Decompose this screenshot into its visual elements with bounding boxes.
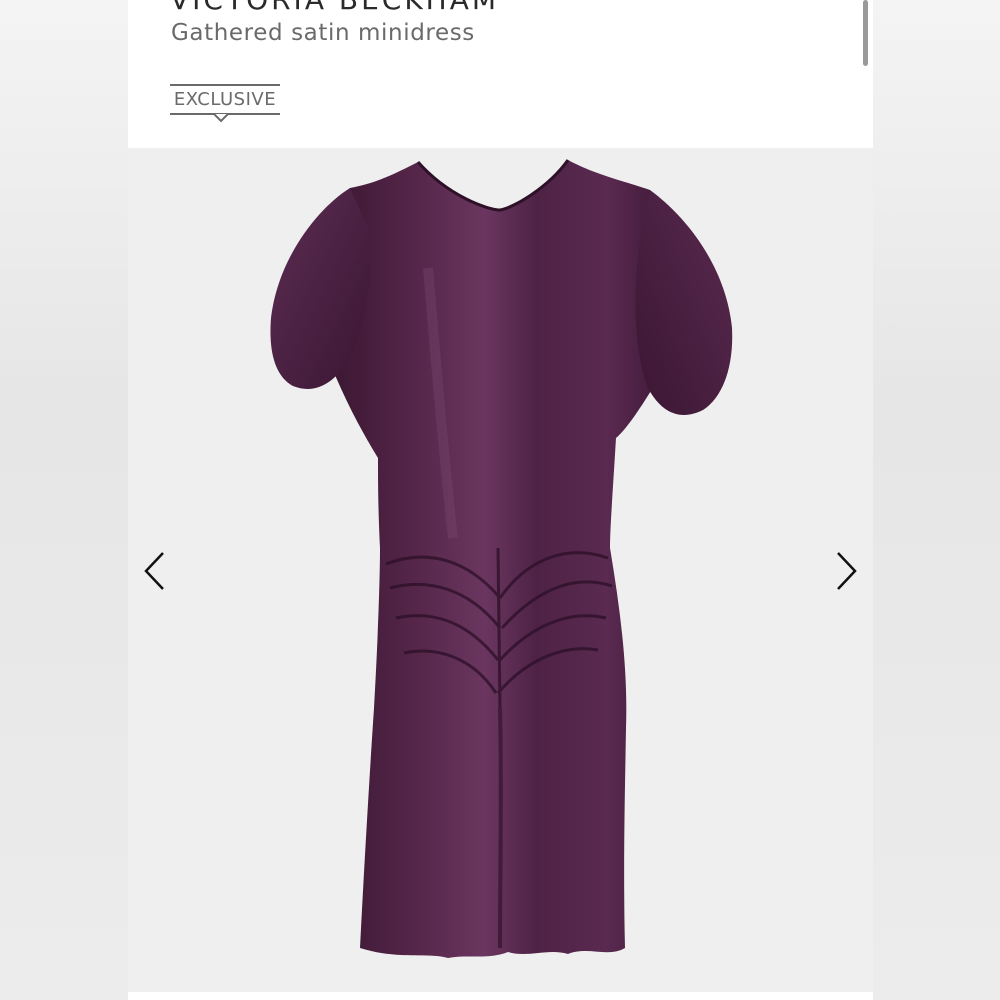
previous-image-button[interactable] bbox=[134, 546, 174, 596]
background-right bbox=[873, 0, 1000, 1000]
next-image-button[interactable] bbox=[827, 546, 867, 596]
background-left bbox=[0, 0, 128, 1000]
product-image[interactable] bbox=[128, 148, 873, 992]
product-page: VICTORIA BECKHAM Gathered satin minidres… bbox=[128, 0, 873, 1000]
product-header: VICTORIA BECKHAM Gathered satin minidres… bbox=[128, 0, 873, 148]
badge-pointer-icon bbox=[214, 114, 228, 123]
scrollbar[interactable] bbox=[863, 0, 868, 66]
exclusive-badge: EXCLUSIVE bbox=[170, 84, 280, 123]
product-gallery bbox=[128, 148, 873, 992]
right-sleeve bbox=[635, 190, 733, 415]
chevron-left-icon bbox=[144, 552, 164, 590]
badge-label: EXCLUSIVE bbox=[173, 89, 277, 110]
bottom-bar bbox=[128, 992, 873, 1000]
product-name: Gathered satin minidress bbox=[171, 20, 475, 46]
chevron-right-icon bbox=[837, 552, 857, 590]
brand-name[interactable]: VICTORIA BECKHAM bbox=[170, 0, 499, 14]
badge-top-border bbox=[170, 84, 280, 86]
